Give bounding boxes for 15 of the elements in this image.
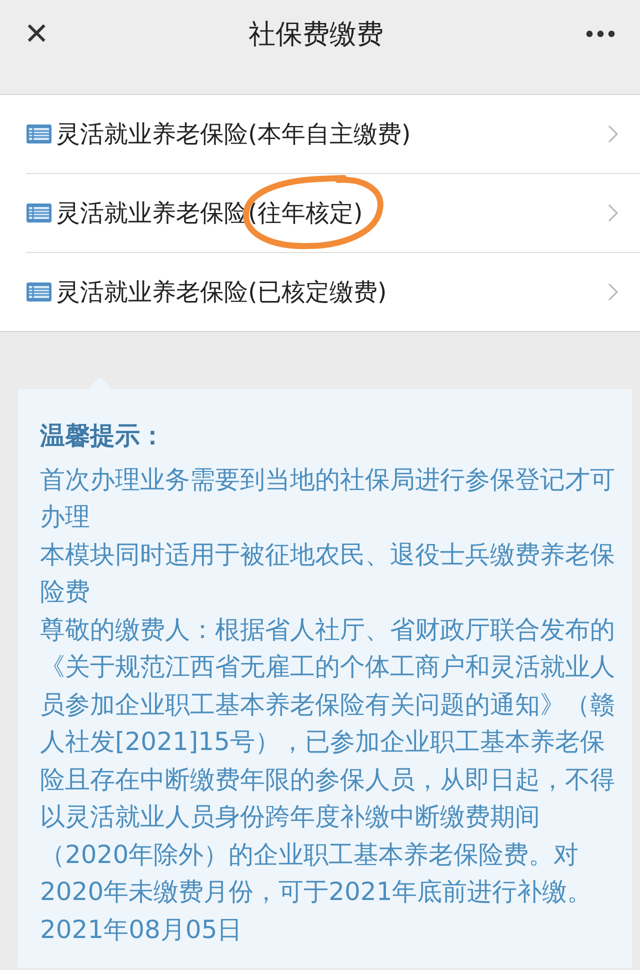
list-icon — [26, 124, 52, 144]
notice-paragraph: 首次办理业务需要到当地的社保局进行参保登记才可办理 — [40, 464, 616, 533]
menu-item-label: 灵活就业养老保险(已核定缴费) — [56, 277, 388, 308]
more-button[interactable]: ••• — [583, 18, 616, 52]
chevron-icon — [608, 204, 618, 222]
list-icon — [26, 203, 52, 223]
chevron-icon — [608, 125, 618, 143]
notice-paragraph: 本模块同时适用于被征地农民、退役士兵缴费养老保险费 — [40, 538, 616, 608]
notice-paragraph: 尊敬的缴费人：根据省人社厅、省财政厅联合发布的《关于规范江西省无雇工的个体工商户和灵活就业人员参加企业职工基本养老保险有关问题的通知》（赣人社发[2021]15号），已参加企业职工基本养老保险且存在中断缴费年限的参保人员，从即日起，不得以灵活就业人员身份跨年度补缴中断缴费期间（2020年除外）的企业职工基本养老保险费。对2020年未缴费月份，可于2021年底前进行补缴。2021年08月05日 — [40, 614, 616, 946]
close-button[interactable]: ✕ — [24, 20, 50, 50]
notice-title: 温馨提示： — [40, 420, 166, 452]
page-title: 社保费缴费 — [248, 18, 384, 52]
menu-item-label: 灵活就业养老保险(本年自主缴费) — [56, 119, 412, 150]
chevron-icon — [608, 283, 618, 301]
list-icon — [26, 282, 52, 302]
